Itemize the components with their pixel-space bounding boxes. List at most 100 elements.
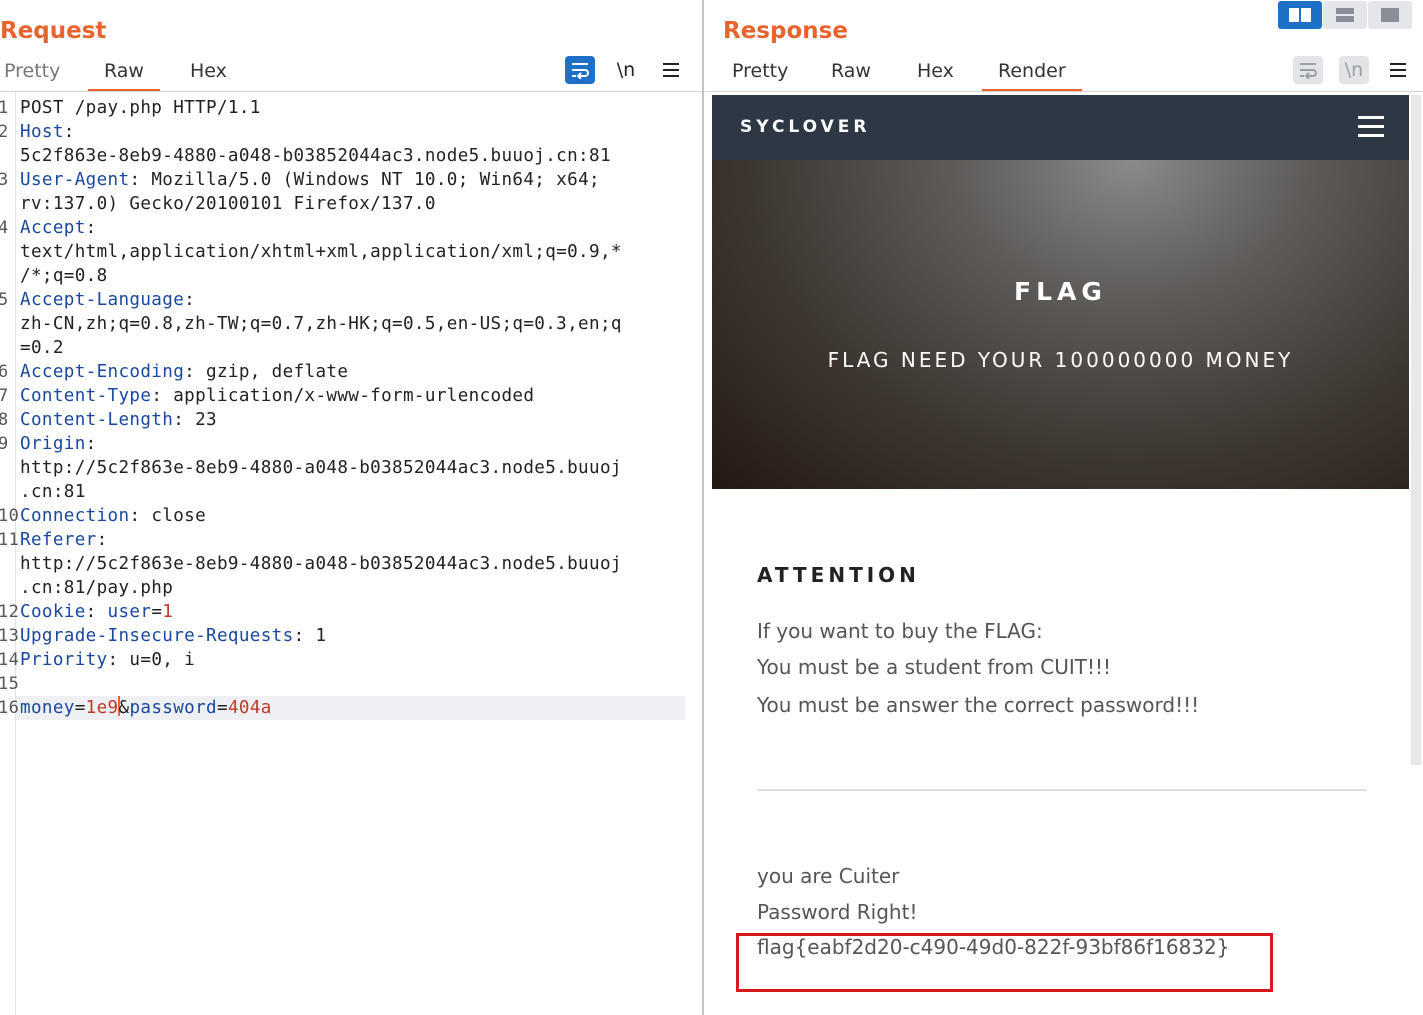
plain-text: = xyxy=(217,698,228,718)
plain-text: = xyxy=(151,602,163,622)
line-number: 16 xyxy=(0,698,20,718)
wrap-icon xyxy=(1300,63,1317,79)
request-line[interactable]: 4 Accept: xyxy=(0,216,700,240)
plain-text: .cn:81/pay.php xyxy=(20,578,174,598)
line-number: 1 xyxy=(0,98,9,118)
site-menu-icon[interactable] xyxy=(1358,116,1384,138)
plain-text: : u=0, i xyxy=(107,650,196,670)
line-text: http://5c2f863e-8eb9-4880-a048-b03852044… xyxy=(20,456,622,480)
line-text: Priority: u=0, i xyxy=(20,648,195,672)
request-line[interactable]: 7 Content-Type: application/x-www-form-ur… xyxy=(0,384,700,408)
plain-text: http://5c2f863e-8eb9-4880-a048-b03852044… xyxy=(20,458,622,478)
header-key: Host xyxy=(20,122,64,142)
plain-text: zh-CN,zh;q=0.8,zh-TW;q=0.7,zh-HK;q=0.5,e… xyxy=(20,314,622,334)
request-line[interactable]: .cn:81 xyxy=(0,480,700,504)
header-key: Accept xyxy=(20,218,86,238)
layout-split-horizontal-button[interactable] xyxy=(1278,1,1322,29)
line-text: Upgrade-Insecure-Requests: 1 xyxy=(20,624,326,648)
split-vertical-icon xyxy=(1336,8,1354,22)
line-text: text/html,application/xhtml+xml,applicat… xyxy=(20,240,622,264)
layout-single-pane-button[interactable] xyxy=(1368,1,1412,29)
header-key: Priority xyxy=(20,650,108,670)
request-tab-raw[interactable]: Raw xyxy=(88,58,160,92)
line-text: Content-Type: application/x-www-form-url… xyxy=(20,384,534,408)
wrap-lines-button[interactable] xyxy=(565,56,595,84)
line-text: Accept-Language: xyxy=(20,288,195,312)
response-newlines-button[interactable]: \n xyxy=(1339,56,1369,84)
response-wrap-button[interactable] xyxy=(1293,56,1323,84)
layout-split-vertical-button[interactable] xyxy=(1323,1,1367,29)
response-tab-raw[interactable]: Raw xyxy=(831,58,871,92)
show-newlines-button[interactable]: \n xyxy=(611,56,641,84)
request-line[interactable]: 6 Accept-Encoding: gzip, deflate xyxy=(0,360,700,384)
line-text: Referer: xyxy=(20,528,108,552)
line-number: 10 xyxy=(0,506,20,526)
request-line[interactable]: 15 xyxy=(0,672,700,696)
plain-text: /*;q=0.8 xyxy=(20,266,108,286)
line-number: 12 xyxy=(0,602,20,622)
request-line[interactable]: 10 Connection: close xyxy=(0,504,700,528)
wrap-icon xyxy=(572,63,589,79)
request-line[interactable]: .cn:81/pay.php xyxy=(0,576,700,600)
info-line: If you want to buy the FLAG: xyxy=(757,619,1043,643)
request-line[interactable]: 2 Host: xyxy=(0,120,700,144)
response-pane: Response Pretty Raw Hex Render \n SYCLOV… xyxy=(705,0,1423,1015)
request-menu-button[interactable] xyxy=(656,56,686,84)
request-line[interactable]: http://5c2f863e-8eb9-4880-a048-b03852044… xyxy=(0,552,700,576)
header-key: Accept-Encoding xyxy=(20,362,185,382)
request-tab-pretty[interactable]: Pretty xyxy=(4,58,60,92)
plain-text: : xyxy=(85,434,97,454)
line-text: Host: xyxy=(20,120,75,144)
request-line[interactable]: 3 User-Agent: Mozilla/5.0 (Windows NT 10.… xyxy=(0,168,700,192)
response-tabs-divider xyxy=(705,91,1423,92)
request-pane: Request Pretty Raw Hex \n 1 POST /pay.php… xyxy=(0,0,702,1015)
response-tab-pretty[interactable]: Pretty xyxy=(732,58,788,92)
request-line[interactable]: 12 Cookie: user=1 xyxy=(0,600,700,624)
line-text: .cn:81/pay.php xyxy=(20,576,173,600)
request-line[interactable]: /*;q=0.8 xyxy=(0,264,700,288)
line-text: Accept-Encoding: gzip, deflate xyxy=(20,360,348,384)
request-line[interactable]: zh-CN,zh;q=0.8,zh-TW;q=0.7,zh-HK;q=0.5,e… xyxy=(0,312,700,336)
line-number: 2 xyxy=(0,122,9,142)
request-line[interactable]: http://5c2f863e-8eb9-4880-a048-b03852044… xyxy=(0,456,700,480)
plain-text: = xyxy=(74,698,86,718)
line-text: .cn:81 xyxy=(20,480,86,504)
line-number: 9 xyxy=(0,434,9,454)
request-line[interactable]: 16 money=1e9&password=404a xyxy=(0,696,700,720)
request-line[interactable]: =0.2 xyxy=(0,336,700,360)
request-line[interactable]: 11 Referer: xyxy=(0,528,700,552)
plain-text: : xyxy=(63,122,75,142)
request-line[interactable]: 8 Content-Length: 23 xyxy=(0,408,700,432)
hero-subtitle: FLAG NEED YOUR 100000000 MONEY xyxy=(827,348,1294,372)
header-key: money xyxy=(20,698,75,718)
request-line[interactable]: 9 Origin: xyxy=(0,432,700,456)
line-number: 8 xyxy=(0,410,9,430)
response-tab-hex[interactable]: Hex xyxy=(917,58,954,92)
line-text: User-Agent: Mozilla/5.0 (Windows NT 10.0… xyxy=(20,168,600,192)
plain-text: : gzip, deflate xyxy=(184,362,349,382)
raw-request-editor[interactable]: 1 POST /pay.php HTTP/1.1 2 Host: 5c2f863e-8e… xyxy=(0,96,700,720)
plain-text: =0.2 xyxy=(20,338,64,358)
request-line[interactable]: 14 Priority: u=0, i xyxy=(0,648,700,672)
info-line: You must be answer the correct password!… xyxy=(757,693,1200,717)
line-text: zh-CN,zh;q=0.8,zh-TW;q=0.7,zh-HK;q=0.5,e… xyxy=(20,312,622,336)
request-line[interactable]: 13 Upgrade-Insecure-Requests: 1 xyxy=(0,624,700,648)
plain-text: text/html,application/xhtml+xml,applicat… xyxy=(20,242,622,262)
request-line[interactable]: 5c2f863e-8eb9-4880-a048-b03852044ac3.nod… xyxy=(0,144,700,168)
attention-heading: ATTENTION xyxy=(757,563,920,587)
request-line[interactable]: rv:137.0) Gecko/20100101 Firefox/137.0 xyxy=(0,192,700,216)
header-key: Connection xyxy=(20,506,130,526)
request-line[interactable]: 5 Accept-Language: xyxy=(0,288,700,312)
response-tab-render[interactable]: Render xyxy=(982,58,1082,92)
pane-splitter[interactable] xyxy=(702,0,704,1015)
header-key: user xyxy=(107,602,152,622)
render-scrollbar[interactable] xyxy=(1411,95,1421,765)
request-line[interactable]: text/html,application/xhtml+xml,applicat… xyxy=(0,240,700,264)
request-line[interactable]: 1 POST /pay.php HTTP/1.1 xyxy=(0,96,700,120)
line-text: POST /pay.php HTTP/1.1 xyxy=(20,96,261,120)
line-number: 7 xyxy=(0,386,9,406)
site-brand[interactable]: SYCLOVER xyxy=(740,117,871,137)
request-tab-hex[interactable]: Hex xyxy=(190,58,227,92)
response-menu-button[interactable] xyxy=(1383,56,1413,84)
plain-text: : application/x-www-form-urlencoded xyxy=(151,386,535,406)
